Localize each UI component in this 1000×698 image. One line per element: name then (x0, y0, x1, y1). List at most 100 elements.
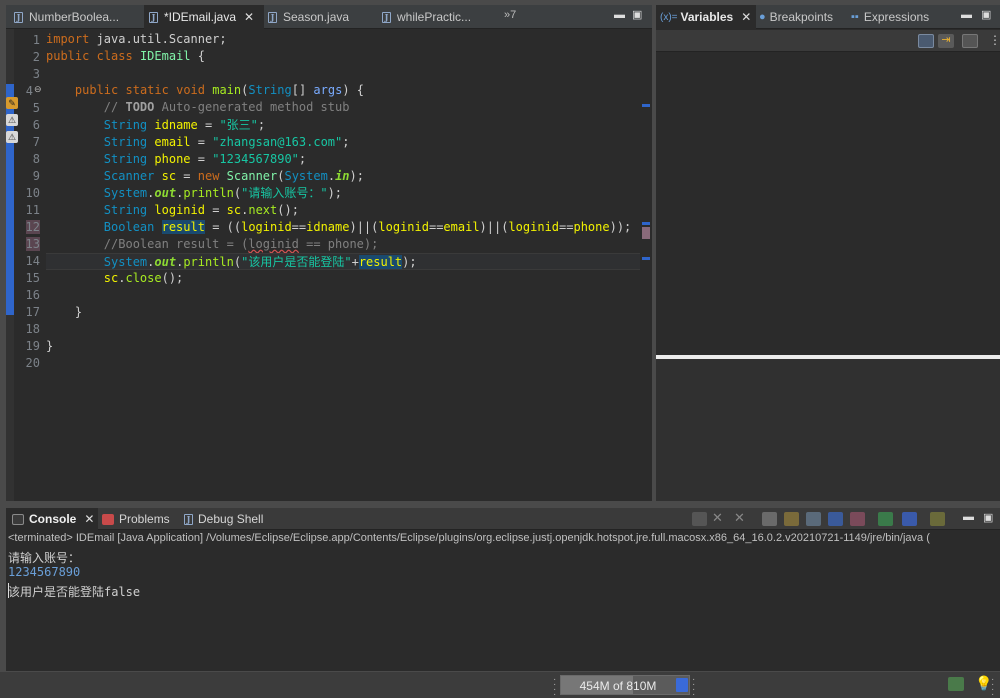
show-on-stderr-icon[interactable] (850, 512, 865, 526)
problems-icon (102, 513, 114, 525)
tab-label: whilePractic... (397, 10, 472, 24)
tab-label: Debug Shell (198, 512, 264, 526)
close-tab-icon[interactable]: ✕ (244, 10, 254, 24)
line-number: 6 (32, 118, 40, 132)
java-file-icon: J (268, 11, 277, 23)
tab-season[interactable]: J Season.java (264, 5, 376, 29)
maximize-icon[interactable]: ▣ (632, 8, 642, 21)
tab-variables[interactable]: (x)= Variables ✕ (656, 5, 756, 29)
expressions-icon: ▪▪ (851, 11, 859, 23)
pin-console-icon[interactable] (878, 512, 893, 526)
tip-lightbulb-icon[interactable]: 💡 (975, 675, 992, 692)
line-number: 17 (25, 305, 40, 319)
maximize-icon[interactable]: ▣ (981, 8, 991, 21)
code-line: } (74, 305, 83, 319)
close-tab-icon[interactable]: ✕ (741, 10, 751, 24)
debug-shell-icon: J (184, 513, 193, 525)
word-wrap-icon[interactable] (806, 512, 821, 526)
line-number: 10 (25, 186, 40, 200)
variables-list[interactable] (656, 52, 1000, 357)
line-number: 1 (32, 33, 40, 47)
tab-expressions[interactable]: ▪▪ Expressions (851, 5, 941, 29)
editor-tab-bar: J NumberBoolea... J *IDEmail.java ✕ J Se… (6, 5, 652, 29)
close-tab-icon[interactable]: ✕ (84, 512, 94, 526)
drag-handle[interactable]: · · · · (553, 675, 556, 698)
collapse-all-icon[interactable]: ⇥ (938, 34, 954, 48)
minimize-icon[interactable]: ▬ (961, 9, 972, 21)
line-number: 16 (25, 288, 40, 302)
terminate-icon[interactable] (692, 512, 707, 526)
view-menu-icon[interactable]: ⋮ (989, 33, 1000, 47)
scroll-lock-icon[interactable] (784, 512, 799, 526)
code-line: // TODO Auto-generated method stub (103, 100, 350, 114)
code-line: public class IDEmail { (46, 49, 205, 63)
line-number: 5 (32, 101, 40, 115)
line-number: 2 (32, 50, 40, 64)
tab-debug-shell[interactable]: J Debug Shell (184, 508, 280, 530)
remove-launch-icon[interactable]: ✕ (712, 510, 723, 526)
code-line: System.out.println("请输入账号："); (103, 186, 343, 200)
new-console-icon[interactable] (930, 512, 945, 526)
drag-handle[interactable]: · · · · (991, 675, 994, 698)
display-console-icon[interactable] (902, 512, 917, 526)
ruler-mark[interactable] (642, 227, 650, 239)
current-code-line: System.out.println("该用户是否能登陆"+result); (46, 253, 640, 270)
line-number: 4 (25, 84, 33, 98)
code-line: Boolean result = ((loginid==idname)||(lo… (103, 220, 632, 234)
drag-handle[interactable]: · · · · (692, 675, 695, 698)
tab-numberboolean[interactable]: J NumberBoolea... (10, 5, 144, 29)
tab-label: Breakpoints (769, 10, 834, 24)
code-text-area[interactable]: import java.util.Scanner; public class I… (46, 29, 640, 501)
tab-label: NumberBoolea... (29, 10, 120, 24)
line-number: 19 (25, 339, 40, 353)
variables-toolbar: ⇥ ⋮ (656, 30, 1000, 52)
code-line: String email = "zhangsan@163.com"; (103, 135, 350, 149)
tab-console[interactable]: Console ✕ (6, 508, 98, 530)
tab-problems[interactable]: Problems (102, 508, 182, 530)
task-status-icon[interactable] (948, 677, 964, 691)
run-gc-button[interactable] (676, 678, 688, 692)
code-line: String phone = "1234567890"; (103, 152, 307, 166)
terminated-status: <terminated> IDEmail [Java Application] … (8, 532, 930, 544)
ruler-mark[interactable] (642, 222, 650, 225)
layout-icon[interactable] (962, 34, 978, 48)
overview-ruler[interactable] (642, 29, 650, 501)
fold-toggle-icon[interactable]: ⊖ (34, 84, 42, 95)
code-line: public static void main(String[] args) { (74, 83, 365, 97)
line-number: 11 (25, 203, 40, 217)
editor-pane: J NumberBoolea... J *IDEmail.java ✕ J Se… (6, 5, 652, 501)
tab-whilepractice[interactable]: J whilePractic... (378, 5, 502, 29)
heap-status[interactable]: 454M of 810M (560, 675, 690, 695)
line-number: 8 (32, 152, 40, 166)
line-numbers: 1 2 3 4 ⊖ 5 6 7 8 9 10 11 12 13 14 15 16… (14, 29, 42, 501)
minimize-icon[interactable]: ▬ (963, 511, 974, 523)
line-number: 9 (32, 169, 40, 183)
line-number: 20 (25, 356, 40, 370)
minimize-icon[interactable]: ▬ (614, 9, 625, 21)
code-line: //Boolean result = (loginid == phone); (103, 237, 379, 251)
variable-detail-pane[interactable] (656, 359, 1000, 501)
line-number: 14 (25, 254, 40, 268)
line-number: 12 (25, 220, 40, 234)
tab-overflow-button[interactable]: »7 (504, 9, 516, 21)
tab-breakpoints[interactable]: ● Breakpoints (759, 5, 849, 29)
ruler-mark[interactable] (642, 104, 650, 107)
tab-label: Variables (680, 10, 734, 24)
ruler-mark[interactable] (642, 257, 650, 260)
tab-idemail[interactable]: J *IDEmail.java ✕ (144, 5, 264, 29)
tab-label: Console (29, 512, 77, 526)
views-tab-bar: (x)= Variables ✕ ● Breakpoints ▪▪ Expres… (656, 5, 1000, 29)
line-number: 13 (25, 237, 40, 251)
code-line: String idname = "张三"; (103, 118, 266, 132)
java-file-icon: J (382, 11, 391, 23)
remove-all-icon[interactable]: ✕ (734, 510, 745, 526)
line-number: 7 (32, 135, 40, 149)
maximize-icon[interactable]: ▣ (983, 511, 993, 524)
console-icon (12, 513, 24, 525)
code-line: } (46, 339, 54, 353)
text-cursor (8, 583, 9, 598)
line-number: 15 (25, 271, 40, 285)
show-on-stdout-icon[interactable] (828, 512, 843, 526)
clear-console-icon[interactable] (762, 512, 777, 526)
show-type-names-icon[interactable] (918, 34, 934, 48)
